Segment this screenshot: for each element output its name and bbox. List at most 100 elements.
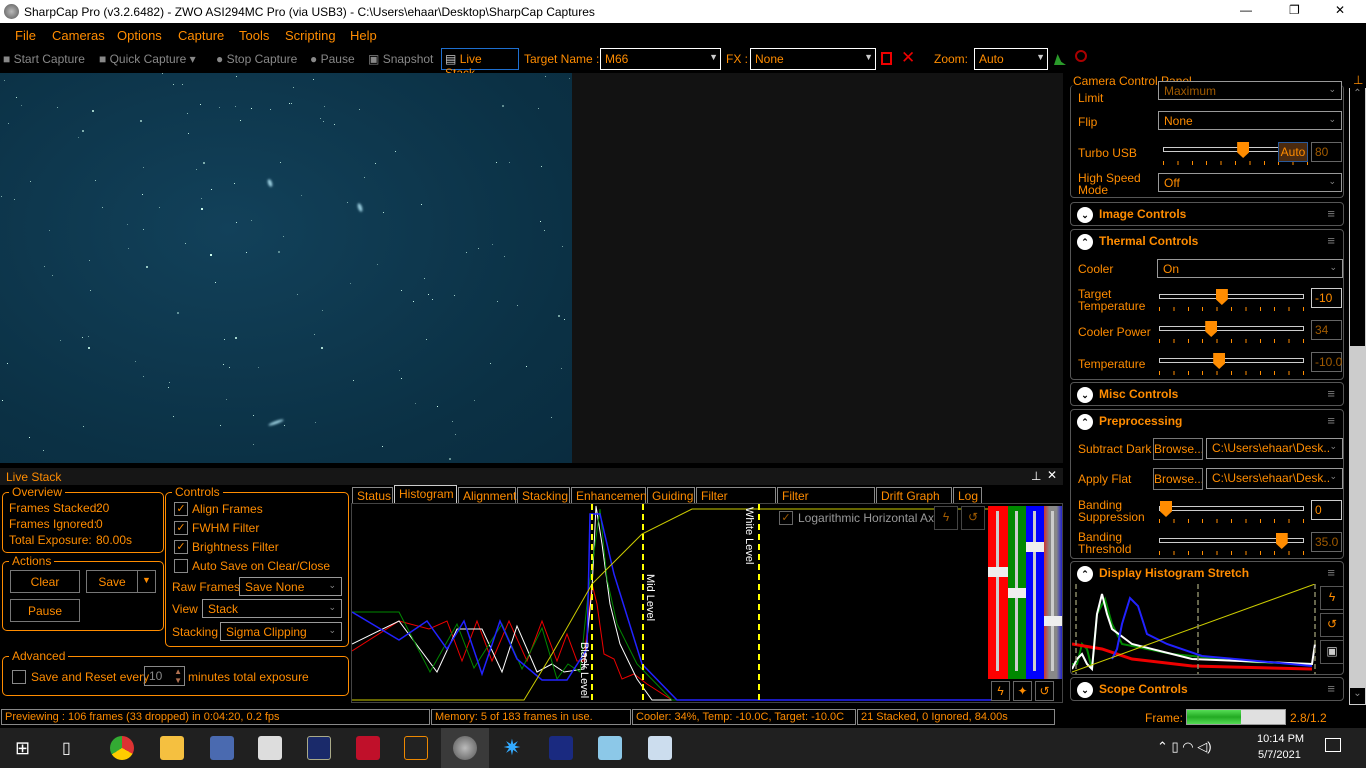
asi-icon[interactable] — [356, 736, 380, 760]
auto-level-icon[interactable]: ϟ — [991, 681, 1010, 701]
menu-scripting[interactable]: Scripting — [285, 28, 336, 43]
tab-guiding[interactable]: Guiding — [647, 487, 695, 504]
target-temp-slider[interactable] — [1159, 289, 1304, 305]
snapshot-button[interactable]: ▣ Snapshot — [368, 52, 433, 66]
histogram-icon[interactable] — [1054, 54, 1066, 65]
app-icon-constellation[interactable] — [307, 736, 331, 760]
fx-select[interactable]: None ▼ — [750, 48, 876, 70]
starburst-icon[interactable]: ✷ — [500, 736, 524, 760]
menu-icon[interactable]: ≡ — [1327, 413, 1335, 428]
menu-icon[interactable]: ≡ — [1327, 233, 1335, 248]
scroll-up-icon[interactable]: ⌃ — [1350, 88, 1365, 104]
histogram-chart[interactable]: ✓ Logarithmic Horizontal Axis ϟ ↺ ϟ ✦ ↺ … — [351, 503, 1063, 703]
zoom-select[interactable]: Auto ▼ — [974, 48, 1048, 70]
app-icon-pc[interactable] — [210, 736, 234, 760]
save-button[interactable]: Save — [86, 570, 138, 593]
menu-icon[interactable]: ≡ — [1327, 681, 1335, 696]
spin-arrows-icon[interactable]: ▲ ▼ — [174, 667, 182, 685]
sn8-icon[interactable] — [549, 736, 573, 760]
stop-capture-button[interactable]: ● Stop Capture — [216, 52, 297, 66]
banding-threshold-value[interactable]: 35.0 — [1311, 532, 1342, 552]
align-frames-checkbox[interactable]: ✓ — [174, 502, 188, 516]
turbo-auto-button[interactable]: Auto — [1278, 142, 1308, 162]
quick-capture-button[interactable]: ■ Quick Capture ▾ — [99, 52, 196, 66]
close-panel-icon[interactable]: ✕ — [1047, 468, 1057, 482]
auto-stretch-icon[interactable]: ϟ — [934, 506, 958, 530]
camera-preview-image[interactable] — [0, 73, 572, 463]
reset-stretch-icon[interactable]: ↺ — [1320, 613, 1344, 637]
target-temp-input[interactable]: -10 — [1311, 288, 1342, 308]
slider-thumb[interactable] — [1215, 289, 1228, 305]
turbo-usb-value[interactable]: 80 — [1311, 142, 1342, 162]
collapse-icon[interactable]: ⌃ — [1077, 414, 1093, 430]
tab-log[interactable]: Log — [953, 487, 982, 504]
high-speed-select[interactable]: Off ⌄ — [1158, 173, 1342, 192]
menu-file[interactable]: File — [15, 28, 36, 43]
tab-drift-graph[interactable]: Drift Graph — [876, 487, 952, 504]
collapse-icon[interactable]: ⌃ — [1077, 566, 1093, 582]
banding-suppression-slider[interactable] — [1159, 501, 1304, 517]
slider-thumb[interactable] — [1160, 501, 1172, 517]
stacking-select[interactable]: Sigma Clipping ⌄ — [220, 622, 342, 641]
star-icon[interactable]: ✦ — [1013, 681, 1032, 701]
start-capture-button[interactable]: ■ Start Capture — [3, 52, 85, 66]
notifications-icon[interactable] — [1325, 738, 1341, 752]
lum-level-slider[interactable] — [1044, 506, 1062, 679]
slider-thumb[interactable] — [1237, 142, 1250, 158]
limit-select[interactable]: Maximum ⌄ — [1158, 81, 1342, 100]
tray-icons[interactable]: ⌃ ▯ ◠ ◁) — [1157, 739, 1212, 755]
tab-status[interactable]: Status — [352, 487, 393, 504]
reset-levels-icon[interactable]: ↺ — [1035, 681, 1054, 701]
scope-controls-section[interactable]: ⌄ Scope Controls ≡ — [1070, 677, 1344, 701]
reset-icon[interactable]: ↺ — [961, 506, 985, 530]
clock-time[interactable]: 10:14 PM — [1257, 733, 1304, 745]
browse-dark-button[interactable]: Browse... — [1153, 438, 1203, 460]
view-select[interactable]: Stack ⌄ — [202, 599, 342, 618]
clear-roi-icon[interactable]: ✕ — [901, 48, 915, 68]
slider-thumb[interactable] — [1275, 533, 1288, 549]
menu-icon[interactable]: ≡ — [1327, 206, 1335, 221]
tab-filter-brightness[interactable]: Filter (Brightness) — [777, 487, 875, 517]
monitor-icon[interactable] — [648, 736, 672, 760]
pause-stack-button[interactable]: Pause — [10, 599, 80, 622]
misc-controls-section[interactable]: ⌄ Misc Controls ≡ — [1070, 382, 1344, 406]
fwhm-filter-checkbox[interactable]: ✓ — [174, 521, 188, 535]
minimize-button[interactable]: — — [1240, 3, 1252, 17]
menu-capture[interactable]: Capture — [178, 28, 224, 43]
tab-filter-fwhm[interactable]: Filter (FWHM) — [696, 487, 776, 517]
expand-icon[interactable]: ⌄ — [1077, 387, 1093, 403]
tab-histogram[interactable]: Histogram — [394, 485, 457, 504]
auto-save-checkbox[interactable] — [174, 559, 188, 573]
minutes-stepper[interactable]: 10 ▲ ▼ — [144, 666, 185, 686]
cpwi-icon[interactable] — [404, 736, 428, 760]
app-icon-wrench[interactable] — [258, 736, 282, 760]
pin-icon[interactable]: ⊥ — [1031, 469, 1041, 483]
menu-options[interactable]: Options — [117, 28, 162, 43]
red-level-slider[interactable] — [988, 506, 1008, 679]
save-reset-checkbox[interactable] — [12, 670, 26, 684]
raw-frames-select[interactable]: Save None ⌄ — [239, 577, 342, 596]
pin-icon[interactable]: ⊥ — [1353, 73, 1363, 87]
pause-button[interactable]: ● Pause — [310, 52, 355, 66]
target-name-input[interactable]: M66 ▼ — [600, 48, 721, 70]
scroll-thumb[interactable] — [1350, 88, 1365, 346]
menu-tools[interactable]: Tools — [239, 28, 269, 43]
log-axis-checkbox[interactable]: ✓ — [779, 511, 793, 525]
zoom-magnifier-icon[interactable] — [1075, 50, 1087, 62]
maximize-button[interactable]: ❐ — [1289, 3, 1300, 17]
close-button[interactable]: ✕ — [1335, 3, 1345, 17]
save-icon[interactable]: ▣ — [1320, 640, 1344, 664]
tab-alignment[interactable]: Alignment — [458, 487, 516, 504]
panel-scrollbar[interactable]: ⌃ ⌄ — [1349, 88, 1366, 705]
scroll-down-icon[interactable]: ⌄ — [1350, 688, 1365, 704]
save-dropdown-button[interactable]: ▼ — [137, 570, 156, 593]
windows-start-icon[interactable]: ⊞ — [15, 738, 30, 759]
clear-button[interactable]: Clear — [10, 570, 80, 593]
task-view-icon[interactable]: ▯ — [62, 738, 71, 758]
menu-help[interactable]: Help — [350, 28, 377, 43]
tab-stacking[interactable]: Stacking — [517, 487, 570, 504]
clock-date[interactable]: 5/7/2021 — [1258, 749, 1301, 761]
expand-icon[interactable]: ⌄ — [1077, 207, 1093, 223]
banding-suppression-input[interactable]: 0 — [1311, 500, 1342, 520]
blue-level-slider[interactable] — [1026, 506, 1044, 679]
